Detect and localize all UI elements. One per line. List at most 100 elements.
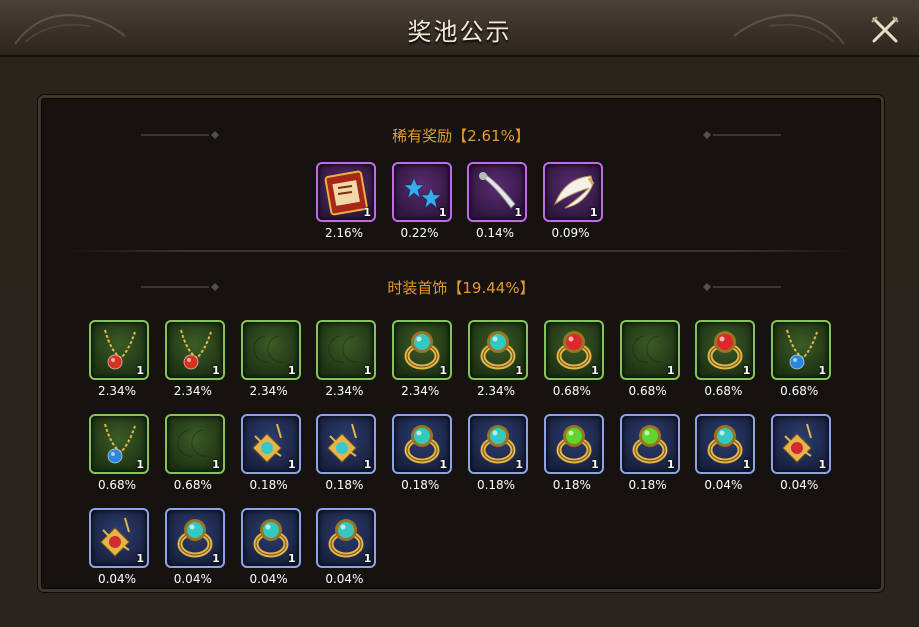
divider-ornament-icon — [703, 283, 781, 291]
item-drop-rate: 2.34% — [476, 384, 516, 398]
item-drop-rate: 2.34% — [97, 384, 137, 398]
item-drop-rate: 0.14% — [475, 226, 515, 240]
title-bar: 奖池公示 — [0, 0, 919, 57]
reward-item[interactable]: 1 0.18% — [543, 414, 604, 492]
reward-item[interactable]: 1 0.18% — [316, 414, 377, 492]
item-count: 1 — [136, 458, 144, 471]
item-count: 1 — [666, 364, 675, 377]
reward-item[interactable]: 1 0.68% — [89, 414, 149, 492]
item-count: 1 — [287, 552, 296, 565]
reward-item[interactable]: 1 0.04% — [89, 508, 149, 586]
item-drop-rate: 0.18% — [552, 478, 591, 492]
item-slot[interactable]: 1 — [89, 508, 149, 568]
item-drop-rate: 0.04% — [780, 478, 819, 492]
item-drop-rate: 2.34% — [325, 384, 364, 398]
item-count: 1 — [591, 458, 599, 471]
item-slot[interactable]: 1 — [316, 508, 377, 568]
reward-item[interactable]: 1 0.09% — [542, 162, 603, 240]
item-drop-rate: 0.18% — [628, 478, 667, 492]
item-slot[interactable]: 1 — [771, 320, 832, 380]
item-count: 1 — [363, 552, 372, 565]
item-count: 1 — [363, 206, 371, 219]
reward-list-panel[interactable]: 稀有奖励【2.61%】 1 2.16% 1 0.22% 1 0.14% 1 0.09% 时装首… — [38, 95, 884, 592]
reward-item[interactable]: 1 2.16% — [316, 162, 376, 240]
reward-item[interactable]: 1 0.04% — [695, 414, 756, 492]
reward-item[interactable]: 1 0.18% — [392, 414, 453, 492]
item-drop-rate: 2.34% — [401, 384, 440, 398]
item-slot[interactable]: 1 — [89, 414, 149, 474]
item-slot[interactable]: 1 — [316, 162, 376, 222]
item-count: 1 — [818, 364, 827, 377]
item-drop-rate: 0.04% — [325, 572, 364, 586]
item-count: 1 — [515, 458, 523, 471]
item-drop-rate: 0.68% — [628, 384, 667, 398]
reward-item[interactable]: 1 0.14% — [467, 162, 527, 240]
item-count: 1 — [136, 364, 144, 377]
reward-item[interactable]: 1 0.18% — [240, 414, 301, 492]
item-slot[interactable]: 1 — [164, 508, 225, 568]
reward-item[interactable]: 1 2.34% — [89, 320, 149, 398]
item-drop-rate: 0.04% — [704, 478, 743, 492]
item-count: 1 — [212, 552, 220, 565]
item-count: 1 — [439, 364, 448, 377]
item-slot[interactable]: 1 — [543, 414, 604, 474]
item-drop-rate: 0.68% — [97, 478, 137, 492]
reward-item[interactable]: 1 2.34% — [468, 320, 528, 398]
section-divider — [66, 250, 856, 252]
item-slot[interactable]: 1 — [89, 320, 149, 380]
item-slot[interactable]: 1 — [619, 414, 680, 474]
item-slot[interactable]: 1 — [164, 320, 225, 380]
window-title: 奖池公示 — [407, 18, 512, 46]
item-count: 1 — [136, 552, 144, 565]
item-drop-rate: 0.04% — [249, 572, 288, 586]
item-slot[interactable]: 1 — [391, 162, 452, 222]
reward-item[interactable]: 1 0.18% — [468, 414, 528, 492]
item-drop-rate: 0.09% — [551, 226, 590, 240]
close-icon[interactable] — [869, 14, 901, 46]
reward-item[interactable]: 1 0.04% — [240, 508, 301, 586]
reward-item[interactable]: 1 2.34% — [164, 320, 225, 398]
item-slot[interactable]: 1 — [468, 320, 528, 380]
reward-item[interactable]: 1 0.22% — [391, 162, 452, 240]
reward-item[interactable]: 1 2.34% — [316, 320, 377, 398]
item-slot[interactable]: 1 — [468, 414, 528, 474]
item-drop-rate: 0.04% — [97, 572, 137, 586]
item-slot[interactable]: 1 — [771, 414, 832, 474]
item-count: 1 — [742, 364, 751, 377]
item-drop-rate: 0.68% — [704, 384, 743, 398]
reward-item[interactable]: 1 2.34% — [240, 320, 301, 398]
reward-item[interactable]: 1 0.68% — [164, 414, 225, 492]
reward-item[interactable]: 1 0.68% — [619, 320, 680, 398]
item-slot[interactable]: 1 — [240, 320, 301, 380]
item-slot[interactable]: 1 — [619, 320, 680, 380]
item-slot[interactable]: 1 — [392, 320, 453, 380]
reward-item[interactable]: 1 0.68% — [695, 320, 756, 398]
reward-item[interactable]: 1 2.34% — [392, 320, 453, 398]
item-drop-rate: 0.68% — [173, 478, 212, 492]
item-slot[interactable]: 1 — [695, 414, 756, 474]
item-count: 1 — [514, 206, 522, 219]
item-slot[interactable]: 1 — [240, 508, 301, 568]
item-drop-rate: 0.18% — [249, 478, 288, 492]
item-slot[interactable]: 1 — [316, 414, 377, 474]
item-slot[interactable]: 1 — [316, 320, 377, 380]
item-drop-rate: 2.34% — [249, 384, 288, 398]
item-count: 1 — [818, 458, 827, 471]
item-slot[interactable]: 1 — [543, 320, 604, 380]
item-count: 1 — [287, 364, 296, 377]
reward-item[interactable]: 1 0.04% — [164, 508, 225, 586]
item-count: 1 — [438, 206, 447, 219]
item-slot[interactable]: 1 — [542, 162, 603, 222]
item-count: 1 — [363, 364, 372, 377]
item-slot[interactable]: 1 — [695, 320, 756, 380]
reward-item[interactable]: 1 0.04% — [316, 508, 377, 586]
item-slot[interactable]: 1 — [240, 414, 301, 474]
reward-item[interactable]: 1 0.68% — [543, 320, 604, 398]
reward-item[interactable]: 1 0.04% — [771, 414, 832, 492]
reward-item[interactable]: 1 0.68% — [771, 320, 832, 398]
item-slot[interactable]: 1 — [392, 414, 453, 474]
item-slot[interactable]: 1 — [467, 162, 527, 222]
reward-item[interactable]: 1 0.18% — [619, 414, 680, 492]
item-count: 1 — [212, 364, 220, 377]
item-slot[interactable]: 1 — [164, 414, 225, 474]
